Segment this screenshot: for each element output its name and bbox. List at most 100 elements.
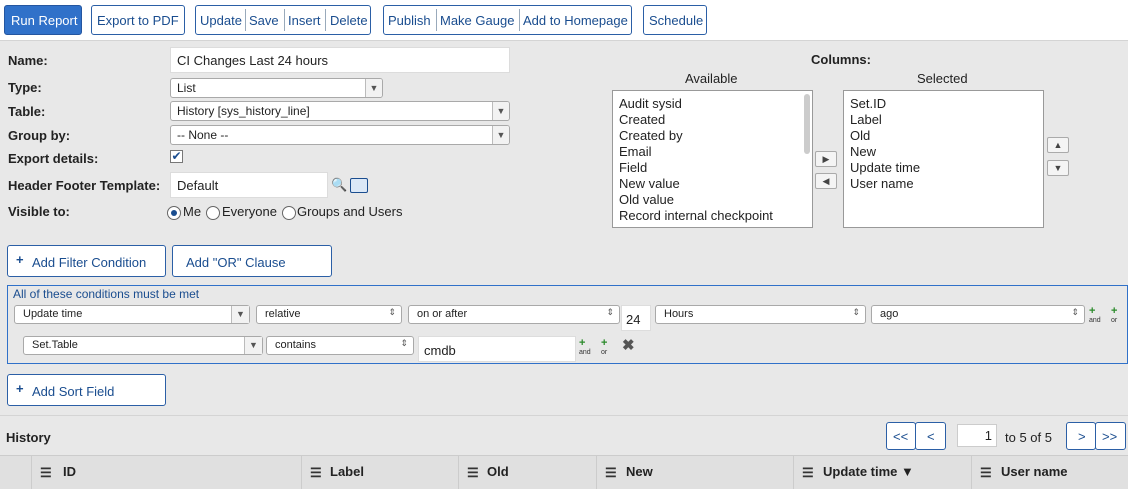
page-range-text: to 5 of 5: [1005, 430, 1052, 445]
available-column-item[interactable]: Email: [619, 144, 773, 160]
add-filter-condition-button[interactable]: + Add Filter Condition: [7, 245, 166, 277]
publish-button[interactable]: Publish: [388, 13, 431, 28]
column-menu-icon[interactable]: ☰: [802, 465, 814, 481]
make-gauge-button[interactable]: Make Gauge: [440, 13, 514, 28]
divider: [519, 9, 520, 31]
available-items: Audit sysid Created Created by Email Field Ne…: [619, 96, 773, 223]
stepper-icon: ⇕: [852, 307, 860, 317]
selected-column-item[interactable]: Update time: [850, 160, 920, 176]
stepper-icon: ⇕: [388, 307, 396, 317]
header-footer-input[interactable]: Default: [170, 172, 328, 198]
relative-direction-select[interactable]: ago ⇕: [871, 305, 1085, 324]
search-icon[interactable]: 🔍: [331, 177, 347, 193]
delete-condition-icon[interactable]: ✖: [622, 336, 635, 354]
available-column-item[interactable]: Audit sysid: [619, 96, 773, 112]
reference-lookup-icon[interactable]: [350, 178, 368, 193]
visible-me-label: Me: [183, 204, 202, 219]
schedule-button[interactable]: Schedule: [643, 5, 707, 35]
condition-field-select-2[interactable]: Set.Table ▼: [23, 336, 263, 355]
available-column-item[interactable]: Record internal checkpoint: [619, 208, 773, 224]
radio-dot-icon: [171, 210, 177, 216]
column-menu-icon[interactable]: ☰: [467, 465, 479, 481]
add-and-icon[interactable]: + and: [579, 337, 593, 356]
record-actions-group: Update Save Insert Delete: [195, 5, 371, 35]
column-menu-icon[interactable]: ☰: [605, 465, 617, 481]
selected-label: Selected: [917, 71, 968, 86]
header-footer-label: Header Footer Template:: [8, 178, 161, 193]
available-column-item[interactable]: Old value: [619, 192, 773, 208]
condition-value-input[interactable]: cmdb: [418, 336, 576, 362]
column-header-id[interactable]: ☰ ID: [31, 456, 301, 489]
stepper-icon: ⇕: [1071, 307, 1079, 317]
selected-column-item[interactable]: Old: [850, 128, 920, 144]
column-header-update-time[interactable]: ☰ Update time ▼: [793, 456, 971, 489]
select-arrow-icon: ▼: [231, 306, 249, 323]
export-details-checkbox[interactable]: ✔: [170, 150, 183, 163]
add-or-icon[interactable]: + or: [601, 337, 615, 356]
column-menu-icon[interactable]: ☰: [310, 465, 322, 481]
last-page-button[interactable]: >>: [1095, 422, 1126, 450]
add-or-clause-button[interactable]: Add "OR" Clause: [172, 245, 332, 277]
condition-operator-select-2[interactable]: contains ⇕: [266, 336, 414, 355]
move-down-button[interactable]: ▼: [1047, 160, 1069, 176]
insert-button[interactable]: Insert: [288, 13, 321, 28]
column-menu-icon[interactable]: ☰: [40, 465, 52, 481]
relative-value-input[interactable]: 24: [621, 305, 651, 331]
run-report-button[interactable]: Run Report: [4, 5, 82, 35]
stepper-icon: ⇕: [606, 307, 614, 317]
type-label: Type:: [8, 80, 42, 95]
select-arrow-icon: ▼: [365, 79, 382, 97]
column-header-user-name[interactable]: ☰ User name: [971, 456, 1128, 489]
available-column-item[interactable]: New value: [619, 176, 773, 192]
type-select[interactable]: List ▼: [170, 78, 383, 98]
available-column-item[interactable]: Created by: [619, 128, 773, 144]
visible-me-radio[interactable]: [167, 206, 181, 220]
table-label: Table:: [8, 104, 46, 119]
groupby-select[interactable]: -- None -- ▼: [170, 125, 510, 145]
column-header-new[interactable]: ☰ New: [596, 456, 793, 489]
next-page-button[interactable]: >: [1066, 422, 1096, 450]
select-arrow-icon: ▼: [492, 102, 509, 120]
add-and-icon[interactable]: + and: [1089, 305, 1103, 324]
prev-page-button[interactable]: <: [915, 422, 946, 450]
page-number-input[interactable]: 1: [957, 424, 997, 447]
divider: [245, 9, 246, 31]
condition-mode-select[interactable]: relative ⇕: [256, 305, 402, 324]
condition-field-select[interactable]: Update time ▼: [14, 305, 250, 324]
relative-unit-select[interactable]: Hours ⇕: [655, 305, 866, 324]
add-or-icon[interactable]: + or: [1111, 305, 1125, 324]
selected-items: Set.ID Label Old New Update time User name: [850, 96, 920, 191]
update-button[interactable]: Update: [200, 13, 242, 28]
selected-column-item[interactable]: Label: [850, 112, 920, 128]
scrollbar[interactable]: [804, 94, 810, 154]
table-select[interactable]: History [sys_history_line] ▼: [170, 101, 510, 121]
columns-title: Columns:: [811, 52, 871, 67]
groupby-label: Group by:: [8, 128, 71, 143]
column-header-label[interactable]: ☰ Label: [301, 456, 458, 489]
condition-operator-select[interactable]: on or after ⇕: [408, 305, 620, 324]
move-up-button[interactable]: ▲: [1047, 137, 1069, 153]
column-menu-icon[interactable]: ☰: [980, 465, 992, 481]
delete-button[interactable]: Delete: [330, 13, 368, 28]
divider: [325, 9, 326, 31]
visible-groups-radio[interactable]: [282, 206, 296, 220]
selected-columns-list[interactable]: Set.ID Label Old New Update time User name: [843, 90, 1044, 228]
column-header-old[interactable]: ☰ Old: [458, 456, 596, 489]
selected-column-item[interactable]: Set.ID: [850, 96, 920, 112]
remove-column-button[interactable]: ◀: [815, 173, 837, 189]
visible-everyone-radio[interactable]: [206, 206, 220, 220]
selected-column-item[interactable]: New: [850, 144, 920, 160]
add-column-button[interactable]: ▶: [815, 151, 837, 167]
name-input[interactable]: CI Changes Last 24 hours: [170, 47, 510, 73]
available-column-item[interactable]: Created: [619, 112, 773, 128]
publish-actions-group: Publish Make Gauge Add to Homepage: [383, 5, 632, 35]
first-page-button[interactable]: <<: [886, 422, 916, 450]
export-pdf-button[interactable]: Export to PDF: [91, 5, 185, 35]
add-homepage-button[interactable]: Add to Homepage: [523, 13, 628, 28]
available-columns-list[interactable]: Audit sysid Created Created by Email Field Ne…: [612, 90, 813, 228]
available-column-item[interactable]: Field: [619, 160, 773, 176]
add-sort-field-button[interactable]: + Add Sort Field: [7, 374, 166, 406]
save-button[interactable]: Save: [249, 13, 279, 28]
selected-column-item[interactable]: User name: [850, 176, 920, 192]
select-arrow-icon: ▼: [244, 337, 262, 354]
